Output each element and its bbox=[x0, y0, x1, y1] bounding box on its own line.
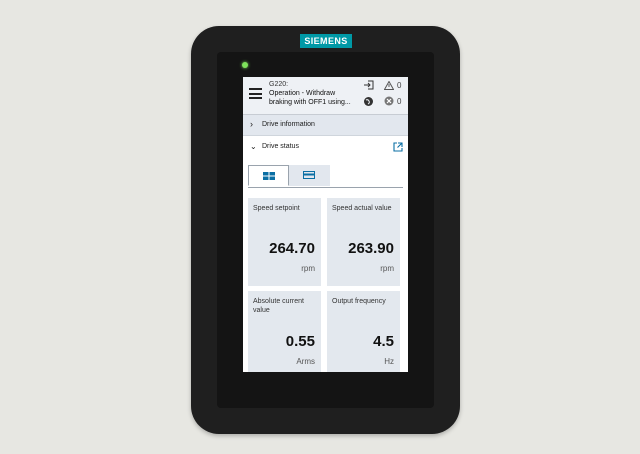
display-screen: G220: Operation - Withdraw braking with … bbox=[243, 77, 408, 372]
card-speed-actual-value[interactable]: Speed actual value 263.90 rpm bbox=[327, 198, 400, 286]
view-tabs bbox=[248, 165, 403, 188]
tab-list-view[interactable] bbox=[289, 165, 330, 186]
chevron-down-icon: ⌄ bbox=[250, 142, 257, 151]
drive-status-label: Drive status bbox=[262, 143, 299, 150]
card-title: Speed setpoint bbox=[253, 205, 300, 212]
warning-icon[interactable] bbox=[384, 81, 394, 90]
card-icon bbox=[303, 171, 315, 179]
card-speed-setpoint[interactable]: Speed setpoint 264.70 rpm bbox=[248, 198, 321, 286]
card-title: Speed actual value bbox=[332, 205, 392, 212]
card-title: Absolute current value bbox=[253, 298, 304, 314]
status-led bbox=[242, 62, 248, 68]
login-icon[interactable] bbox=[363, 80, 374, 90]
warning-count: 0 bbox=[397, 81, 402, 90]
globe-icon[interactable] bbox=[363, 96, 374, 107]
siemens-logo: SIEMENS bbox=[300, 34, 352, 48]
card-value: 4.5 bbox=[373, 333, 394, 350]
tab-tiles-view[interactable] bbox=[248, 165, 289, 186]
grid-icon bbox=[263, 172, 275, 180]
card-output-frequency[interactable]: Output frequency 4.5 Hz bbox=[327, 291, 400, 372]
card-unit: rpm bbox=[380, 264, 394, 273]
status-message[interactable]: Operation - Withdraw braking with OFF1 u… bbox=[269, 90, 359, 107]
header-bar: G220: Operation - Withdraw braking with … bbox=[243, 77, 408, 115]
drive-information-label: Drive information bbox=[262, 121, 315, 128]
chevron-right-icon: › bbox=[250, 119, 253, 129]
card-absolute-current[interactable]: Absolute current value 0.55 Arms bbox=[248, 291, 321, 372]
drive-status-section[interactable]: ⌄ Drive status bbox=[243, 137, 408, 157]
card-unit: Arms bbox=[296, 357, 315, 366]
hamburger-menu-icon[interactable] bbox=[249, 88, 262, 99]
card-unit: rpm bbox=[301, 264, 315, 273]
error-icon[interactable] bbox=[384, 96, 394, 106]
external-link-icon[interactable] bbox=[393, 142, 403, 152]
drive-information-section[interactable]: › Drive information bbox=[243, 115, 408, 136]
card-value: 263.90 bbox=[348, 240, 394, 257]
device-name: G220: bbox=[269, 81, 289, 88]
error-count: 0 bbox=[397, 97, 402, 106]
hmi-device: SIEMENS G220: Operation - Withdraw braki… bbox=[191, 26, 460, 434]
card-value: 0.55 bbox=[285, 333, 315, 350]
card-unit: Hz bbox=[384, 357, 394, 366]
card-title: Output frequency bbox=[332, 298, 386, 305]
card-value: 264.70 bbox=[269, 240, 315, 257]
